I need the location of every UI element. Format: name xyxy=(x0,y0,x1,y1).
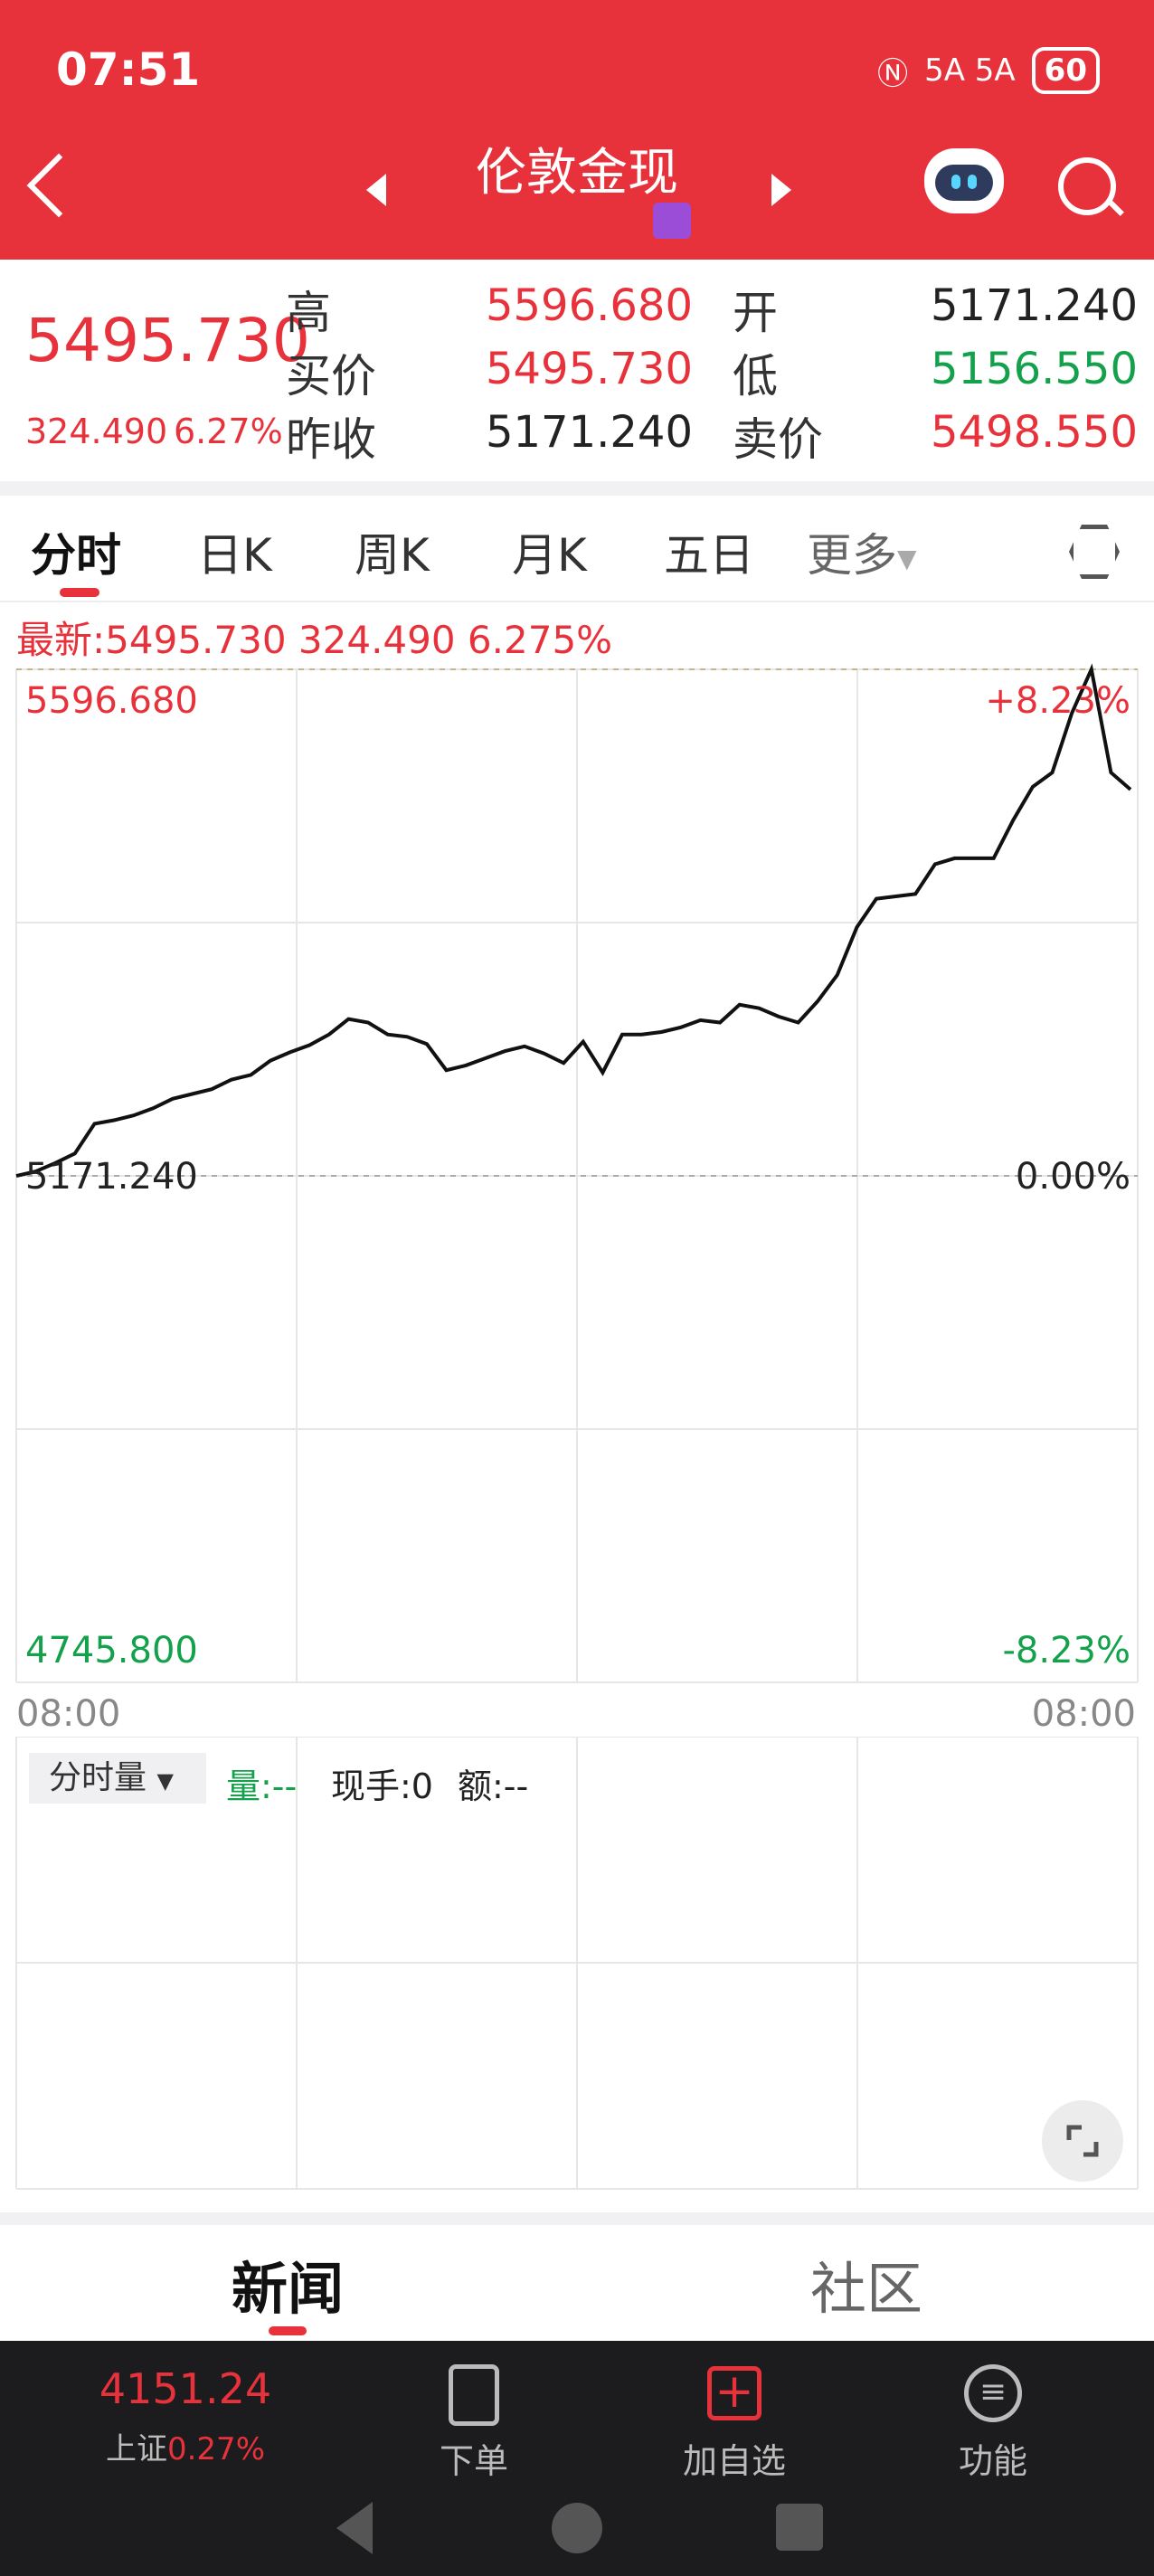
chart-mid-price: 5171.240 xyxy=(25,1156,198,1198)
latest-quote-line: 最新:5495.730 324.490 6.275% xyxy=(16,618,613,662)
label-high: 高 xyxy=(286,287,331,339)
value-bid: 5495.730 xyxy=(485,344,693,394)
robot-eye-right xyxy=(968,175,977,189)
tab-weekly-k[interactable]: 周K xyxy=(355,519,430,584)
index-name: 上证 xyxy=(105,2431,167,2467)
value-ask: 5498.550 xyxy=(930,407,1138,458)
chart-mid-pct: 0.00% xyxy=(1015,1156,1130,1198)
tab-more[interactable]: 更多▼ xyxy=(807,519,917,584)
expand-icon xyxy=(1066,2125,1099,2157)
label-open: 开 xyxy=(733,287,778,339)
chart-settings-icon[interactable] xyxy=(1069,525,1120,579)
volume-type-select[interactable]: 分时量 ▼ xyxy=(29,1753,206,1804)
value-high: 5596.680 xyxy=(485,280,693,331)
label-low: 低 xyxy=(733,350,778,402)
index-pct: 0.27% xyxy=(166,2431,265,2467)
label-prev-close: 昨收 xyxy=(286,413,376,466)
tab-more-label: 更多 xyxy=(807,529,897,582)
add-watchlist-label[interactable]: 加自选 xyxy=(644,2433,825,2483)
volume-type-label: 分时量 xyxy=(49,1759,147,1796)
chart-top-pct: +8.23% xyxy=(985,680,1130,722)
system-recents-icon[interactable] xyxy=(776,2504,823,2551)
divider xyxy=(0,481,1154,496)
tab-active-indicator xyxy=(60,588,99,597)
index-value[interactable]: 4151.24 xyxy=(81,2364,289,2413)
chart-top-price: 5596.680 xyxy=(25,680,198,722)
divider xyxy=(0,2212,1154,2225)
functions-label[interactable]: 功能 xyxy=(903,2433,1083,2483)
tab-news[interactable]: 新闻 xyxy=(232,2243,344,2325)
system-back-icon[interactable] xyxy=(336,2502,373,2554)
tab-daily-k[interactable]: 日K xyxy=(197,519,272,584)
order-label[interactable]: 下单 xyxy=(383,2433,564,2483)
tab-intraday[interactable]: 分时 xyxy=(31,519,121,584)
tab-five-day[interactable]: 五日 xyxy=(664,519,754,584)
amount-label: 额:-- xyxy=(458,1766,529,1806)
intraday-chart xyxy=(15,663,1139,1683)
next-instrument-icon[interactable] xyxy=(771,174,791,206)
price-change: 324.490 xyxy=(25,412,168,451)
battery-icon: 60 xyxy=(1031,47,1100,94)
badge-icon xyxy=(653,203,691,239)
value-open: 5171.240 xyxy=(930,280,1138,331)
news-tab-indicator xyxy=(269,2326,307,2335)
value-prev-close: 5171.240 xyxy=(485,407,693,458)
label-ask: 卖价 xyxy=(733,413,823,466)
signal-icon: 5A 5A xyxy=(924,52,1016,89)
chart-bottom-pct: -8.23% xyxy=(1002,1630,1130,1672)
chevron-down-icon: ▼ xyxy=(897,544,917,573)
tab-monthly-k[interactable]: 月K xyxy=(512,519,587,584)
system-home-icon[interactable] xyxy=(552,2503,602,2553)
add-watchlist-icon[interactable]: + xyxy=(707,2366,761,2420)
chart-bottom-price: 4745.800 xyxy=(25,1630,198,1672)
nfc-icon: Ⓝ xyxy=(877,55,909,92)
hand-label: 现手:0 xyxy=(331,1766,433,1806)
current-price: 5495.730 xyxy=(25,306,310,375)
tab-community[interactable]: 社区 xyxy=(810,2243,922,2325)
status-icons: Ⓝ 5A 5A 60 xyxy=(877,47,1100,94)
status-time: 07:51 xyxy=(56,43,201,96)
volume-chart xyxy=(15,1737,1139,2190)
header-bar xyxy=(0,0,1154,260)
search-icon[interactable] xyxy=(1058,157,1116,215)
system-nav xyxy=(336,2502,823,2554)
order-icon[interactable] xyxy=(449,2364,499,2426)
chart-time-end: 08:00 xyxy=(1031,1693,1136,1735)
functions-icon[interactable]: ≡ xyxy=(964,2364,1022,2422)
chart-time-start: 08:00 xyxy=(16,1693,121,1735)
expand-chart-button[interactable] xyxy=(1042,2100,1123,2182)
price-change-pct: 6.27% xyxy=(174,412,283,451)
robot-face xyxy=(935,165,993,201)
chevron-down-icon: ▼ xyxy=(156,1768,174,1794)
index-info[interactable]: 上证0.27% xyxy=(90,2424,280,2468)
volume-label: 量:-- xyxy=(226,1766,298,1806)
label-bid: 买价 xyxy=(286,350,376,402)
robot-eye-left xyxy=(951,175,960,189)
tab-divider xyxy=(0,601,1154,602)
value-low: 5156.550 xyxy=(930,344,1138,394)
